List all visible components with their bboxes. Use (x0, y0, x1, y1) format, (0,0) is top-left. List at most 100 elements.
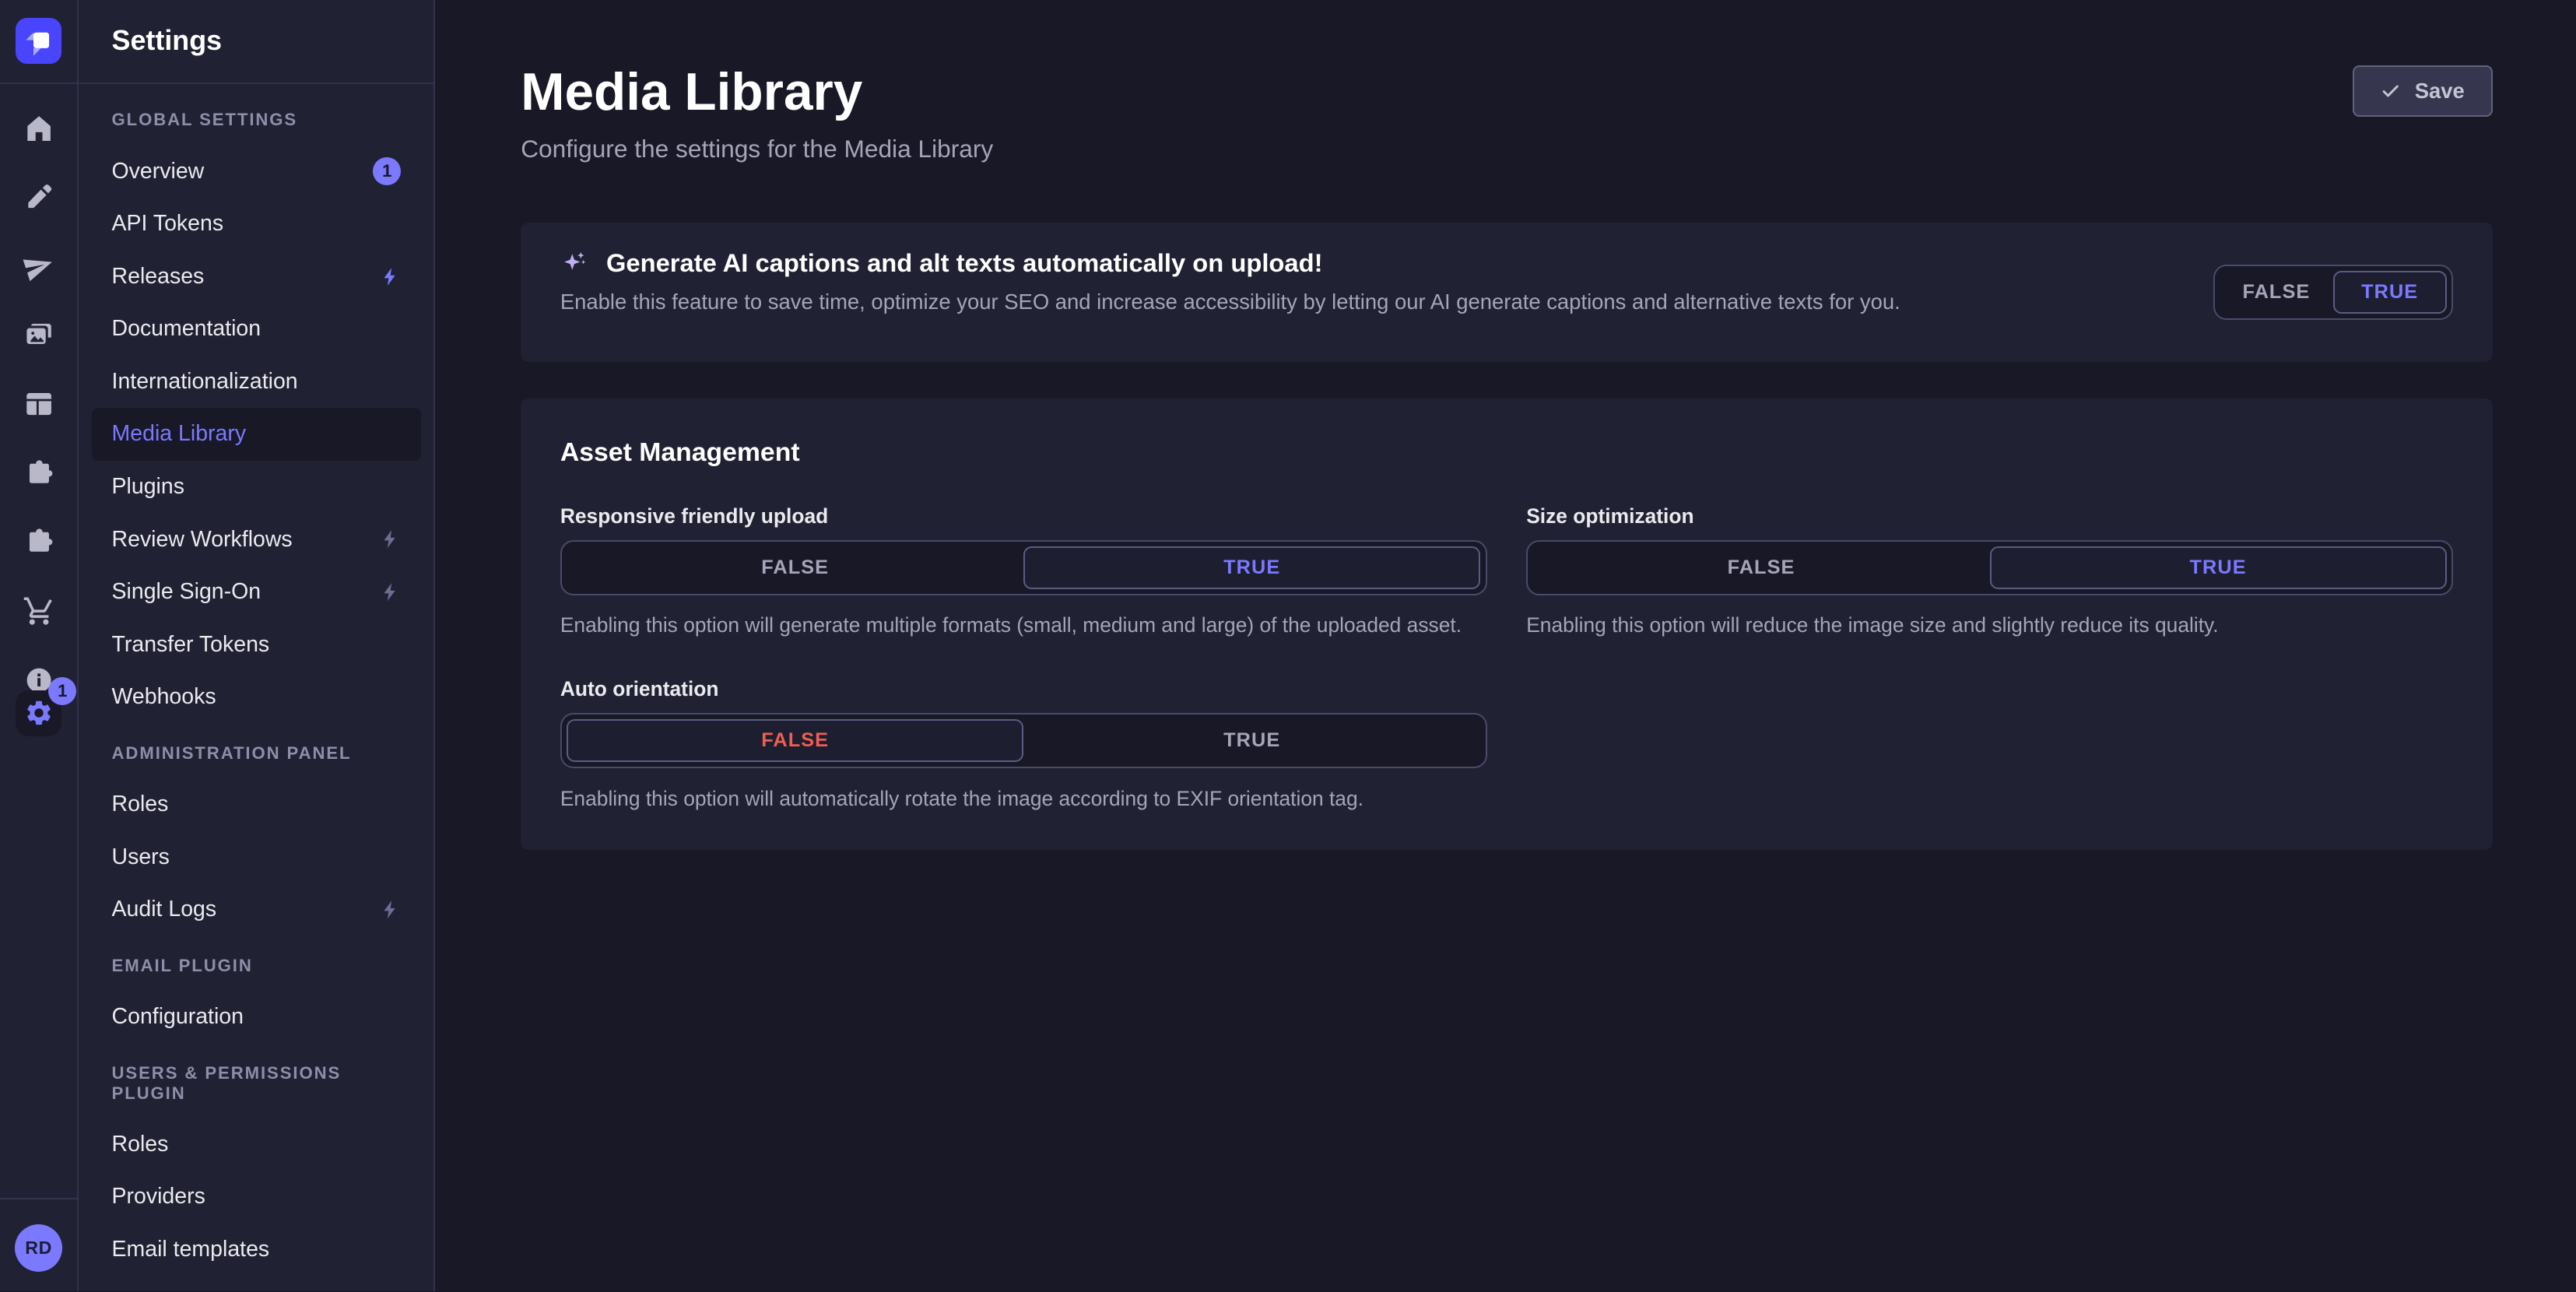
nav-section-global-settings: GLOBAL SETTINGS Overview1 API Tokens Releas… (92, 110, 420, 723)
rail-releases-button[interactable] (23, 250, 55, 283)
asset-management-card: Asset Management Responsive friendly upl… (521, 398, 2492, 850)
strapi-logo[interactable] (16, 18, 61, 64)
sidebar-item-plugins[interactable]: Plugins (92, 461, 420, 514)
icon-rail: 1 RD (0, 0, 79, 1291)
sparkles-icon (560, 249, 588, 277)
settings-sidebar: Settings GLOBAL SETTINGS Overview1 API Tok… (79, 0, 435, 1291)
sidebar-item-label: Overview (112, 159, 374, 184)
sidebar-item-single-sign-on[interactable]: Single Sign-On (92, 566, 420, 619)
sidebar-item-releases[interactable]: Releases (92, 251, 420, 304)
sidebar-item-label: Email templates (112, 1237, 402, 1262)
sidebar-item-label: Configuration (112, 1004, 402, 1030)
layout-icon (23, 388, 55, 420)
sidebar-item-webhooks[interactable]: Webhooks (92, 671, 420, 724)
field-label: Auto orientation (560, 677, 1487, 701)
sidebar-item-label: Webhooks (112, 684, 402, 710)
sidebar-item-label: Roles (112, 792, 402, 817)
page-title: Media Library (521, 62, 993, 123)
sidebar-item-media-library[interactable]: Media Library (92, 408, 420, 461)
sidebar-item-label: API Tokens (112, 211, 402, 237)
rail-content-manager-button[interactable] (23, 181, 55, 213)
sidebar-item-label: Providers (112, 1184, 402, 1209)
toggle-true-option[interactable]: TRUE (1990, 546, 2447, 589)
toggle-true-option[interactable]: TRUE (1023, 719, 1480, 762)
sidebar-item-label: Roles (112, 1132, 402, 1157)
rail-settings-button[interactable]: 1 (16, 690, 61, 736)
page-header: Media Library Configure the settings for… (521, 0, 2492, 163)
rail-marketplace-button[interactable] (23, 525, 55, 558)
ai-captions-banner: Generate AI captions and alt texts autom… (521, 223, 2492, 363)
nav-section-label: USERS & PERMISSIONS PLUGIN (92, 1063, 420, 1104)
field-hint: Enabling this option will automatically … (560, 787, 1487, 811)
sidebar-item-transfer-tokens[interactable]: Transfer Tokens (92, 618, 420, 671)
toggle-true-option[interactable]: TRUE (1023, 546, 1480, 589)
rail-plugins-button[interactable] (23, 457, 55, 490)
nav-section-users-permissions-plugin: USERS & PERMISSIONS PLUGIN Roles Providers… (92, 1063, 420, 1276)
field-size-optimization: Size optimizationFALSETRUEEnabling this … (1526, 504, 2453, 638)
rail-content-type-builder-button[interactable] (23, 388, 55, 420)
puzzle-icon (23, 457, 55, 490)
field-auto-orientation: Auto orientation FALSETRUE Enabling this o… (560, 677, 1487, 811)
sidebar-item-overview[interactable]: Overview1 (92, 145, 420, 198)
puzzle-icon (23, 525, 55, 558)
toggle-false-option[interactable]: FALSE (567, 719, 1023, 762)
nav-section-administration-panel: ADMINISTRATION PANEL Roles UsersAudit Logs (92, 743, 420, 936)
toggle-false-option[interactable]: FALSE (1533, 546, 1990, 589)
nav-section-label: ADMINISTRATION PANEL (92, 743, 420, 764)
sidebar-item-roles[interactable]: Roles (92, 778, 420, 831)
main-content: Media Library Configure the settings for… (435, 0, 2576, 1291)
user-avatar[interactable]: RD (15, 1224, 62, 1272)
lightning-icon (380, 899, 401, 920)
field-hint: Enabling this option will reduce the ima… (1526, 613, 2453, 637)
sidebar-item-roles[interactable]: Roles (92, 1118, 420, 1171)
cart-icon (23, 595, 55, 627)
subnav-sections: GLOBAL SETTINGS Overview1 API Tokens Releas… (79, 84, 433, 1292)
strapi-mark-icon (19, 21, 58, 61)
lightning-icon (380, 581, 401, 602)
sidebar-item-audit-logs[interactable]: Audit Logs (92, 883, 420, 936)
page-header-text: Media Library Configure the settings for… (521, 62, 993, 163)
lightning-icon (380, 528, 401, 549)
toggle-false-option[interactable]: FALSE (2220, 271, 2333, 314)
home-icon (23, 112, 55, 145)
sidebar-title: Settings (79, 0, 433, 84)
images-icon (23, 319, 55, 352)
sidebar-item-email-templates[interactable]: Email templates (92, 1224, 420, 1276)
sidebar-item-providers[interactable]: Providers (92, 1171, 420, 1224)
toggle-false-option[interactable]: FALSE (567, 546, 1023, 589)
sidebar-item-users[interactable]: Users (92, 830, 420, 883)
auto-orientation-toggle: FALSETRUE (560, 713, 1487, 769)
size-optimization-toggle: FALSETRUE (1526, 540, 2453, 596)
responsive-friendly-upload-toggle: FALSETRUE (560, 540, 1487, 596)
asset-fields-grid: Responsive friendly uploadFALSETRUEEnabl… (560, 504, 2453, 811)
app-window: 1 RD Settings GLOBAL SETTINGSOverview1AP… (0, 0, 2576, 1291)
sidebar-item-review-workflows[interactable]: Review Workflows (92, 513, 420, 566)
banner-description: Enable this feature to save time, optimi… (560, 290, 1900, 314)
sidebar-item-label: Review Workflows (112, 527, 380, 553)
save-button[interactable]: Save (2353, 65, 2493, 116)
rail-home-button[interactable] (23, 112, 55, 145)
toggle-true-option[interactable]: TRUE (2333, 271, 2447, 314)
nav-section-label: GLOBAL SETTINGS (92, 110, 420, 130)
nav-section-label: EMAIL PLUGIN (92, 956, 420, 976)
banner-title: Generate AI captions and alt texts autom… (606, 248, 1323, 278)
sidebar-item-label: Single Sign-On (112, 579, 380, 605)
sidebar-item-configuration[interactable]: Configuration (92, 991, 420, 1044)
sidebar-item-label: Internationalization (112, 369, 402, 395)
card-title: Asset Management (560, 437, 2453, 468)
check-icon (2380, 80, 2401, 101)
lightning-icon (380, 266, 401, 287)
sidebar-item-label: Releases (112, 264, 380, 290)
rail-media-library-button[interactable] (23, 319, 55, 352)
sidebar-item-documentation[interactable]: Documentation (92, 303, 420, 356)
sidebar-item-internationalization[interactable]: Internationalization (92, 356, 420, 409)
rail-purchase-button[interactable] (23, 595, 55, 627)
field-responsive-friendly-upload: Responsive friendly upload FALSETRUE Enabl… (560, 504, 1487, 638)
ai-captions-toggle: FALSE TRUE (2213, 265, 2453, 321)
field-label: Responsive friendly upload (560, 504, 1487, 528)
sidebar-item-api-tokens[interactable]: API Tokens (92, 198, 420, 251)
field-hint: Enabling this option will generate multi… (560, 613, 1487, 637)
sidebar-item-label: Media Library (112, 421, 402, 447)
rail-bottom: RD (0, 1198, 77, 1291)
nav-section-email-plugin: EMAIL PLUGIN Configuration (92, 956, 420, 1044)
